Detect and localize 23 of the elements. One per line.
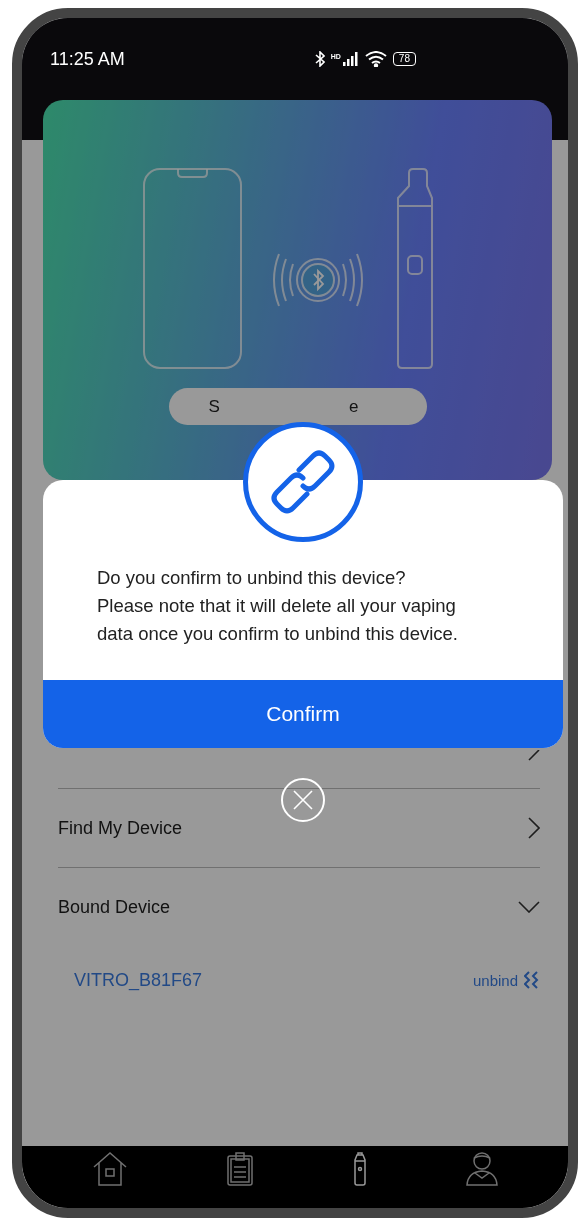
home-icon (91, 1152, 128, 1186)
link-icon (269, 448, 337, 516)
clipboard-icon (227, 1152, 254, 1186)
settings-row[interactable]: Bound Device (58, 868, 540, 946)
chevron-right-icon (528, 817, 540, 839)
bluetooth-icon (314, 51, 325, 67)
tab-bar-item[interactable] (464, 1150, 501, 1188)
confirm-button[interactable]: Confirm (43, 680, 563, 748)
battery-level: 78 (392, 52, 416, 66)
settings-row[interactable]: Find My Device (58, 789, 540, 868)
device-name: VITRO_B81F67 (74, 969, 203, 991)
person-icon (466, 1152, 499, 1186)
zigzag-icon (524, 971, 540, 989)
signal-icon (342, 52, 359, 66)
vape-pen-icon (352, 1152, 367, 1186)
pill-button[interactable]: S e (168, 388, 427, 425)
status-time: 11:25 AM (50, 48, 125, 70)
close-icon (292, 789, 314, 811)
dialog-message: Please note that it will delete all your vaping data once you confirm to unbind this device. (97, 594, 459, 646)
dialog-message: Do you confirm to unbind this device? (97, 566, 407, 590)
close-button[interactable] (281, 778, 325, 822)
wifi-icon (364, 51, 387, 67)
tab-bar-item[interactable] (225, 1150, 256, 1188)
